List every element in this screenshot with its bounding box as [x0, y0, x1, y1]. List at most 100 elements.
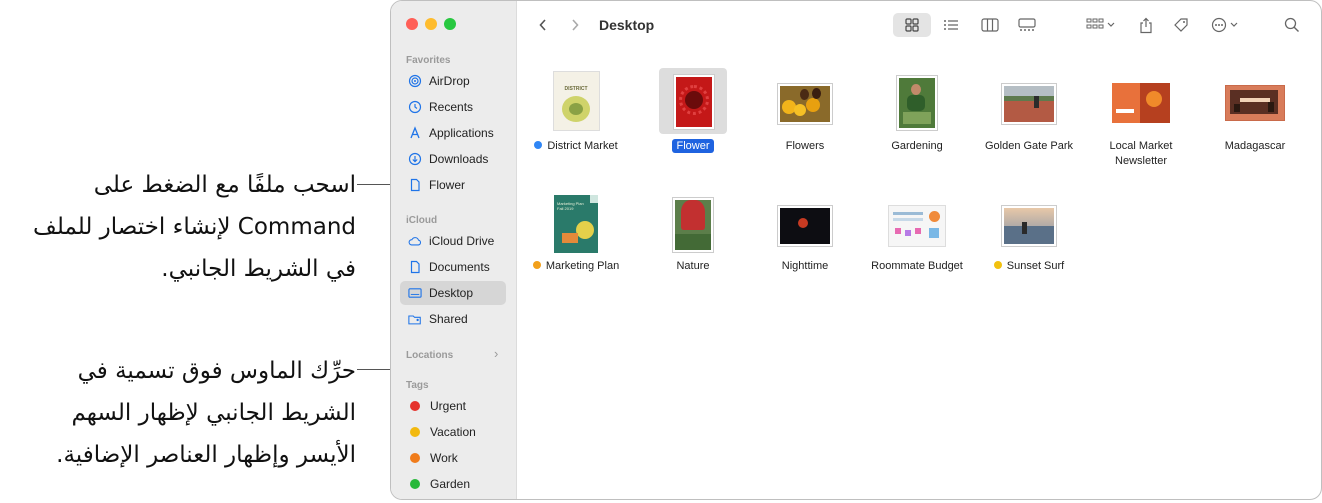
- thumbnail: [1225, 85, 1285, 121]
- gallery-view-button[interactable]: [1015, 15, 1039, 35]
- sidebar-item-airdrop[interactable]: AirDrop: [400, 69, 506, 93]
- document-icon: [408, 260, 422, 274]
- chevron-left-icon: [539, 19, 546, 31]
- group-button[interactable]: [1083, 15, 1119, 35]
- file-label: Local Market Newsletter: [1109, 140, 1173, 167]
- file-item-gardening[interactable]: Gardening: [867, 61, 967, 152]
- download-icon: [408, 152, 422, 166]
- thumbnail-caption: DISTRICT: [564, 86, 588, 92]
- applications-icon: [408, 126, 422, 140]
- list-icon: [944, 20, 958, 30]
- file-label: Roommate Budget: [871, 260, 963, 272]
- close-button[interactable]: [406, 18, 418, 30]
- file-item-golden-gate-park[interactable]: Golden Gate Park: [979, 61, 1079, 152]
- sidebar-item-label: Vacation: [430, 425, 476, 439]
- clock-icon: [408, 100, 422, 114]
- sidebar-tag-urgent[interactable]: Urgent: [400, 394, 506, 418]
- gallery-icon: [1018, 18, 1036, 31]
- sidebar-tag-garden[interactable]: Garden: [400, 472, 506, 496]
- sidebar-item-label: Downloads: [429, 152, 489, 166]
- file-item-nature[interactable]: Nature: [643, 187, 743, 272]
- tag-dot: [410, 401, 420, 411]
- file-item-nighttime[interactable]: Nighttime: [755, 187, 855, 272]
- search-button[interactable]: [1281, 15, 1303, 35]
- tag-dot: [410, 427, 420, 437]
- file-label: District Market: [526, 139, 626, 154]
- action-menu-button[interactable]: [1209, 15, 1245, 35]
- chevron-right-icon: [572, 19, 579, 31]
- sidebar-item-downloads[interactable]: Downloads: [400, 147, 506, 171]
- sidebar-item-label: iCloud Drive: [429, 234, 495, 248]
- file-label: Nighttime: [781, 260, 829, 272]
- sidebar-item-label: AirDrop: [429, 74, 470, 88]
- zoom-button[interactable]: [444, 18, 456, 30]
- sidebar-item-label: Flower: [429, 178, 466, 192]
- finder-window: Favorites AirDrop Recents Applications D…: [390, 0, 1322, 500]
- thumbnail: [888, 205, 946, 247]
- file-grid: DISTRICT District Market Flower Flowers …: [517, 49, 1321, 499]
- sidebar-item-icloud-drive[interactable]: iCloud Drive: [400, 229, 506, 253]
- selected-thumbnail-bg: [659, 68, 727, 134]
- chevron-right-icon[interactable]: ›: [494, 346, 498, 361]
- file-label: Flower: [643, 139, 743, 154]
- thumbnail-caption: Marketing Plan Fall 2019: [557, 201, 584, 211]
- file-item-madagascar[interactable]: Madagascar: [1205, 61, 1305, 152]
- callout-shortcut-hint: اسحب ملفًا مع الضغط على Command لإنشاء ا…: [33, 172, 356, 282]
- thumbnail: [1001, 205, 1057, 247]
- sidebar-section-locations[interactable]: Locations: [406, 350, 453, 361]
- list-view-button[interactable]: [939, 15, 963, 35]
- sidebar-item-label: Garden: [430, 477, 471, 491]
- file-label: Marketing Plan: [526, 259, 626, 274]
- tag-dot: [410, 479, 420, 489]
- file-label: Madagascar: [1224, 140, 1286, 152]
- desktop-icon: [408, 286, 422, 300]
- file-item-local-market-newsletter[interactable]: Local Market Newsletter: [1091, 61, 1191, 167]
- file-label: Golden Gate Park: [984, 140, 1074, 152]
- forward-button[interactable]: [567, 15, 583, 35]
- sidebar-item-label: Documents: [429, 260, 490, 274]
- tag-dot: [410, 453, 420, 463]
- sidebar: Favorites AirDrop Recents Applications D…: [391, 1, 517, 499]
- thumbnail: [672, 197, 714, 253]
- share-button[interactable]: [1135, 15, 1157, 35]
- file-label: Gardening: [891, 140, 943, 152]
- column-view-button[interactable]: [978, 15, 1002, 35]
- columns-icon: [981, 18, 999, 32]
- thumbnail: [777, 83, 833, 125]
- thumbnail: [1112, 83, 1170, 123]
- sidebar-item-recents[interactable]: Recents: [400, 95, 506, 119]
- minimize-button[interactable]: [425, 18, 437, 30]
- thumbnail: [777, 205, 833, 247]
- sidebar-item-applications[interactable]: Applications: [400, 121, 506, 145]
- sidebar-section-icloud: iCloud: [406, 215, 438, 226]
- sidebar-item-flower[interactable]: Flower: [400, 173, 506, 197]
- file-item-roommate-budget[interactable]: Roommate Budget: [867, 187, 967, 272]
- file-item-flower[interactable]: Flower: [643, 61, 743, 153]
- tag-icon: [1174, 18, 1188, 32]
- icon-view-button[interactable]: [893, 13, 931, 37]
- file-label: Flowers: [785, 140, 825, 152]
- file-item-flowers[interactable]: Flowers: [755, 61, 855, 152]
- sidebar-item-label: Shared: [429, 312, 468, 326]
- tag-button[interactable]: [1170, 15, 1192, 35]
- file-item-marketing-plan[interactable]: Marketing Plan Fall 2019 Marketing Plan: [526, 187, 626, 272]
- back-button[interactable]: [535, 15, 551, 35]
- toolbar: Desktop: [517, 1, 1321, 49]
- shared-folder-icon: [408, 312, 422, 326]
- sidebar-tag-work[interactable]: Work: [400, 446, 506, 470]
- thumbnail: DISTRICT: [552, 71, 600, 131]
- group-icon: [1086, 18, 1115, 29]
- sidebar-item-label: Applications: [429, 126, 494, 140]
- file-label: Sunset Surf: [979, 259, 1079, 274]
- sidebar-item-shared[interactable]: Shared: [400, 307, 506, 331]
- cloud-icon: [408, 234, 422, 248]
- file-label: Nature: [676, 260, 710, 272]
- sidebar-tag-vacation[interactable]: Vacation: [400, 420, 506, 444]
- sidebar-item-desktop[interactable]: Desktop: [400, 281, 506, 305]
- file-item-district-market[interactable]: DISTRICT District Market: [526, 61, 626, 152]
- file-item-sunset-surf[interactable]: Sunset Surf: [979, 187, 1079, 272]
- thumbnail: [1001, 83, 1057, 125]
- thumbnail: [896, 75, 938, 131]
- sidebar-item-documents[interactable]: Documents: [400, 255, 506, 279]
- thumbnail: Marketing Plan Fall 2019: [554, 195, 598, 253]
